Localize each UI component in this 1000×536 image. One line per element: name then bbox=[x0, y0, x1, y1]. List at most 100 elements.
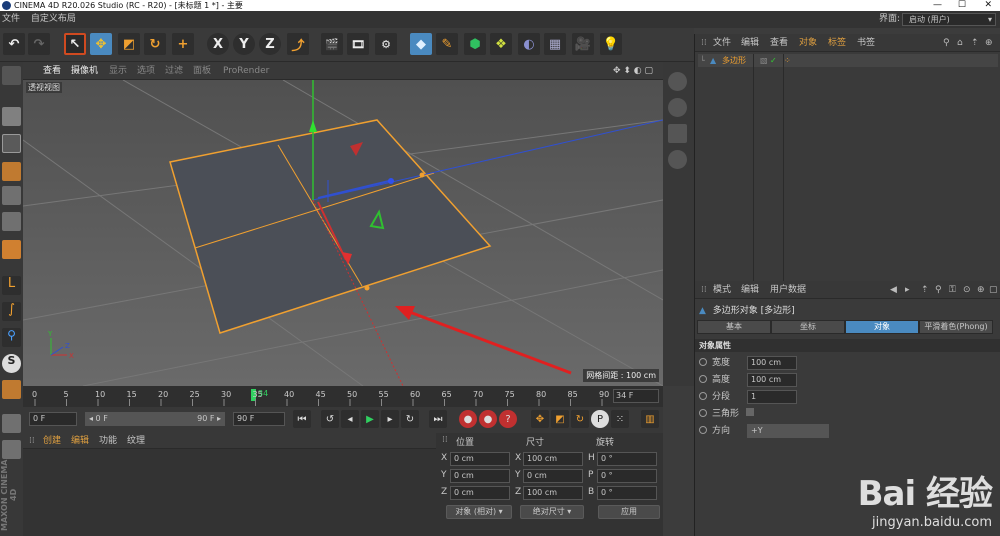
script-manager-icon[interactable] bbox=[668, 124, 687, 143]
rotation-p-field[interactable]: 0 ° bbox=[597, 469, 657, 483]
cube-primitive-icon[interactable]: ◆ bbox=[410, 33, 432, 55]
edges-mode-icon[interactable] bbox=[2, 212, 21, 231]
material-menu-create[interactable]: 创建 bbox=[43, 433, 61, 449]
camera-icon[interactable]: 🎥 bbox=[572, 33, 594, 55]
render-view-icon[interactable]: 🎬 bbox=[321, 33, 343, 55]
material-menu-function[interactable]: 功能 bbox=[99, 433, 117, 449]
parameter-key-icon[interactable]: P bbox=[591, 410, 609, 428]
scale-key-icon[interactable]: ◩ bbox=[551, 410, 569, 428]
segments-field[interactable]: 1 bbox=[747, 390, 797, 404]
object-list-item[interactable]: └ ▲ 多边形 ▧ ✓ ⁘ bbox=[698, 54, 998, 67]
material-menu-edit[interactable]: 编辑 bbox=[71, 433, 89, 449]
forward-arrow-icon[interactable]: ▸ bbox=[905, 281, 910, 299]
model-mode-icon[interactable] bbox=[2, 107, 21, 126]
magnet-icon[interactable] bbox=[2, 380, 21, 399]
light-bulb-icon[interactable]: 💡 bbox=[600, 33, 622, 55]
record-active-icon[interactable]: ● bbox=[459, 410, 477, 428]
workplane-mode-icon[interactable] bbox=[2, 162, 21, 181]
objmenu-edit[interactable]: 编辑 bbox=[741, 34, 759, 52]
object-name[interactable]: 多边形 bbox=[722, 54, 746, 67]
triangles-checkbox[interactable] bbox=[745, 408, 754, 416]
z-axis-handle-dot-icon[interactable] bbox=[388, 178, 394, 184]
coordinate-system-icon[interactable]: ⤴ bbox=[287, 33, 309, 55]
grid-workplane-icon[interactable] bbox=[2, 414, 21, 433]
apply-button[interactable]: 应用 bbox=[598, 505, 660, 519]
width-field[interactable]: 100 cm bbox=[747, 356, 797, 370]
up-icon[interactable]: ⇡ bbox=[971, 34, 979, 52]
minimize-button[interactable]: — bbox=[933, 0, 942, 11]
objmenu-file[interactable]: 文件 bbox=[713, 34, 731, 52]
size-mode-select[interactable]: 绝对尺寸 ▾ bbox=[520, 505, 584, 519]
select-cursor-icon[interactable]: ↖ bbox=[64, 33, 86, 55]
point-level-key-icon[interactable]: ⁙ bbox=[611, 410, 629, 428]
objmenu-objects[interactable]: 对象 bbox=[799, 34, 817, 52]
animate-dot-icon[interactable] bbox=[699, 392, 707, 400]
coord-mode-select[interactable]: 对象 (相对) ▾ bbox=[446, 505, 512, 519]
new-panel-icon[interactable]: ⊕ bbox=[977, 281, 985, 299]
z-axis-lock-icon[interactable]: Z bbox=[259, 33, 281, 55]
viewport-menu-display[interactable]: 显示 bbox=[109, 62, 127, 80]
material-menu-texture[interactable]: 纹理 bbox=[127, 433, 145, 449]
previous-key-icon[interactable]: ↺ bbox=[321, 410, 339, 428]
autokey-icon[interactable]: ● bbox=[479, 410, 497, 428]
next-key-icon[interactable]: ↻ bbox=[401, 410, 419, 428]
animate-dot-icon[interactable] bbox=[699, 358, 707, 366]
home-icon[interactable]: ⌂ bbox=[957, 34, 963, 52]
menu-file[interactable]: 文件 bbox=[2, 14, 20, 24]
live-select-icon[interactable]: + bbox=[172, 33, 194, 55]
deformer-icon[interactable]: ◐ bbox=[518, 33, 540, 55]
rotation-b-field[interactable]: 0 ° bbox=[597, 486, 657, 500]
viewport-menu-camera[interactable]: 摄像机 bbox=[71, 62, 98, 80]
render-settings-icon[interactable]: ⚙ bbox=[375, 33, 397, 55]
preview-range-slider[interactable]: ◂ 0 F 90 F ▸ bbox=[85, 412, 225, 426]
go-to-end-icon[interactable]: ⏭ bbox=[429, 410, 447, 428]
y-axis-arrow-icon[interactable] bbox=[309, 120, 317, 132]
objmenu-view[interactable]: 查看 bbox=[770, 34, 788, 52]
python-tag-icon[interactable] bbox=[668, 72, 687, 91]
start-frame-field[interactable]: 0 F bbox=[29, 412, 77, 426]
keyframe-selection-icon[interactable]: ? bbox=[499, 410, 517, 428]
texture-mode-icon[interactable] bbox=[2, 134, 21, 153]
tab-object[interactable]: 对象 bbox=[845, 320, 919, 334]
scale-tool-icon[interactable]: ◩ bbox=[118, 33, 140, 55]
objmenu-bookmarks[interactable]: 书签 bbox=[857, 34, 875, 52]
tab-phong[interactable]: 平滑着色(Phong) bbox=[919, 320, 993, 334]
tab-basic[interactable]: 基本 bbox=[697, 320, 771, 334]
y-axis-lock-icon[interactable]: Y bbox=[233, 33, 255, 55]
rotate-tool-icon[interactable]: ↻ bbox=[144, 33, 166, 55]
objmenu-tags[interactable]: 标签 bbox=[828, 34, 846, 52]
animate-dot-icon[interactable] bbox=[699, 409, 707, 417]
orientation-select[interactable]: +Y bbox=[747, 424, 829, 438]
size-z-field[interactable]: 100 cm bbox=[523, 486, 583, 500]
layout-select[interactable]: 启动 (用户) ▾ bbox=[902, 13, 996, 26]
array-cloner-icon[interactable]: ❖ bbox=[490, 33, 512, 55]
viewport-menu-filter[interactable]: 过滤 bbox=[165, 62, 183, 80]
timeline-window-icon[interactable]: ▥ bbox=[641, 410, 659, 428]
search-icon[interactable]: ⚲ bbox=[943, 34, 950, 52]
floor-scene-icon[interactable]: ▦ bbox=[544, 33, 566, 55]
position-y-field[interactable]: 0 cm bbox=[450, 469, 510, 483]
material-tag-icon[interactable]: ⁘ bbox=[784, 54, 791, 67]
position-x-field[interactable]: 0 cm bbox=[450, 452, 510, 466]
end-frame-input[interactable]: 90 F bbox=[233, 412, 285, 426]
render-picture-viewer-icon[interactable]: 🎞 bbox=[347, 33, 369, 55]
position-key-icon[interactable]: ✥ bbox=[531, 410, 549, 428]
solo-icon[interactable]: S bbox=[2, 354, 21, 373]
rotation-key-icon[interactable]: ↻ bbox=[571, 410, 589, 428]
tweak-mode-icon[interactable]: ∫ bbox=[2, 302, 21, 321]
viewport-menu-panel[interactable]: 面板 bbox=[193, 62, 211, 80]
viewport-menu-view[interactable]: 查看 bbox=[43, 62, 61, 80]
close-button[interactable]: ✕ bbox=[984, 0, 992, 11]
pen-spline-icon[interactable]: ✎ bbox=[436, 33, 458, 55]
viewport-menu-prorender[interactable]: ProRender bbox=[223, 62, 269, 80]
height-field[interactable]: 100 cm bbox=[747, 373, 797, 387]
end-frame-field[interactable]: 34 F bbox=[613, 389, 659, 403]
lock-icon[interactable]: ⚿ bbox=[949, 281, 956, 299]
attrmenu-userdata[interactable]: 用户数据 bbox=[770, 281, 806, 299]
panel-icon[interactable]: ▢ bbox=[989, 281, 998, 299]
make-editable-icon[interactable] bbox=[2, 66, 21, 85]
menu-custom-layout[interactable]: 自定义布局 bbox=[31, 14, 76, 24]
points-mode-icon[interactable] bbox=[2, 186, 21, 205]
maximize-button[interactable]: ☐ bbox=[958, 0, 966, 11]
back-arrow-icon[interactable]: ◀ bbox=[890, 281, 897, 299]
